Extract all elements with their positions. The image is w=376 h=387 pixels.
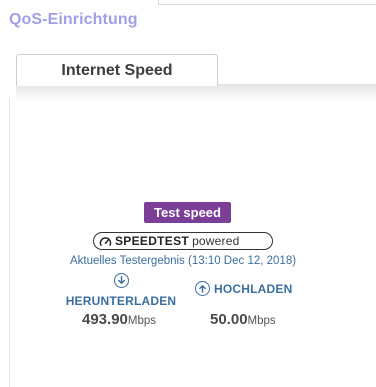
gauge-icon	[99, 236, 112, 246]
tab-strip	[16, 84, 376, 102]
content-panel-border	[9, 98, 10, 387]
download-unit: Mbps	[127, 315, 157, 327]
arrow-up-circle-icon	[195, 281, 210, 296]
download-value: 493.90	[82, 311, 128, 328]
qos-page: QoS-Einrichtung Internet Speed Test spee…	[0, 0, 376, 387]
download-label: HERUNTERLADEN	[65, 294, 177, 308]
test-speed-button[interactable]: Test speed	[144, 202, 231, 223]
upload-speed: 50.00Mbps	[210, 311, 276, 328]
upload-value: 50.00	[210, 311, 248, 328]
speedtest-brand: SPEEDTEST	[115, 234, 190, 248]
upload-label: HOCHLADEN	[214, 281, 293, 296]
last-test-result: Aktuelles Testergebnis (13:10 Dec 12, 20…	[69, 255, 297, 267]
download-speed: 493.90Mbps	[82, 311, 156, 328]
speedtest-powered: powered	[192, 234, 240, 248]
upload-section: HOCHLADEN	[195, 281, 297, 296]
upload-unit: Mbps	[247, 315, 276, 327]
download-section: HERUNTERLADEN	[64, 272, 178, 308]
tab-internet-speed[interactable]: Internet Speed	[16, 54, 218, 86]
arrow-down-circle-icon	[113, 273, 129, 288]
page-title: QoS-Einrichtung	[9, 11, 138, 28]
speedtest-logo: SPEEDTEST powered	[93, 232, 273, 250]
top-frame-edge	[158, 0, 376, 5]
